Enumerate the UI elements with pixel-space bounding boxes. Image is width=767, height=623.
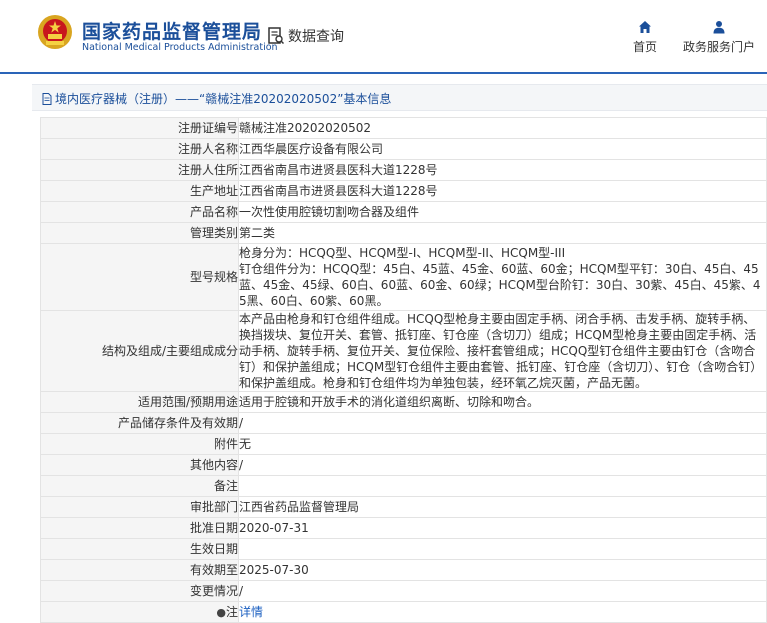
field-label: 注册证编号: [40, 117, 239, 139]
row-storage-validity: 产品储存条件及有效期 /: [40, 412, 767, 434]
row-intended-use: 适用范围/预期用途 适用于腔镜和开放手术的消化道组织离断、切除和吻合。: [40, 391, 767, 413]
field-label: 管理类别: [40, 222, 239, 244]
row-management-class: 管理类别 第二类: [40, 222, 767, 244]
user-icon: [713, 21, 725, 34]
field-label: 批准日期: [40, 517, 239, 539]
nav-home[interactable]: 首页: [622, 20, 668, 55]
field-value: 第二类: [238, 222, 767, 244]
field-value: 无: [238, 433, 767, 455]
data-query-link[interactable]: 数据查询: [268, 26, 344, 46]
field-label: 变更情况: [40, 580, 239, 602]
field-value: 枪身分为：HCQQ型、HCQM型-I、HCQM型-II、HCQM型-III 钉仓…: [238, 243, 767, 311]
row-attachment: 附件 无: [40, 433, 767, 455]
data-query-label: 数据查询: [288, 29, 344, 45]
top-header: 国家药品监督管理局 National Medical Products Admi…: [0, 0, 767, 74]
row-effective-date: 生效日期: [40, 538, 767, 560]
row-structure-composition: 结构及组成/主要组成成分 本产品由枪身和钉仓组件组成。HCQQ型枪身主要由固定手…: [40, 310, 767, 392]
nav-service-portal[interactable]: 政务服务门户: [676, 20, 762, 55]
field-label: 审批部门: [40, 496, 239, 518]
row-valid-until: 有效期至 2025-07-30: [40, 559, 767, 581]
row-model-spec: 型号规格 枪身分为：HCQQ型、HCQM型-I、HCQM型-II、HCQM型-I…: [40, 243, 767, 311]
field-label: 其他内容: [40, 454, 239, 476]
field-value: /: [238, 412, 767, 434]
field-value: 江西省南昌市进贤县医科大道1228号: [238, 180, 767, 202]
pin-icon: ●: [216, 605, 226, 619]
breadcrumb-text: 境内医疗器械（注册）——“赣械注准20202020502”基本信息: [55, 92, 392, 106]
field-label: 注册人住所: [40, 159, 239, 181]
site-subtitle: National Medical Products Administration: [82, 42, 278, 53]
field-value: 江西省南昌市进贤县医科大道1228号: [238, 159, 767, 181]
row-approval-date: 批准日期 2020-07-31: [40, 517, 767, 539]
field-value: [238, 475, 767, 497]
field-label: 结构及组成/主要组成成分: [40, 310, 239, 392]
field-label: 产品储存条件及有效期: [40, 412, 239, 434]
note-value-cell: 详情: [238, 601, 767, 623]
site-title[interactable]: 国家药品监督管理局: [82, 17, 262, 44]
row-remarks: 备注: [40, 475, 767, 497]
field-label: 生效日期: [40, 538, 239, 560]
field-value: 江西省药品监督管理局: [238, 496, 767, 518]
field-label: 型号规格: [40, 243, 239, 311]
details-link[interactable]: 详情: [239, 605, 263, 619]
row-product-name: 产品名称 一次性使用腔镜切割吻合器及组件: [40, 201, 767, 223]
field-value: 2025-07-30: [238, 559, 767, 581]
note-label: 注: [225, 604, 238, 619]
national-emblem-icon: [38, 15, 72, 49]
field-label: 生产地址: [40, 180, 239, 202]
breadcrumb-title: 境内医疗器械（注册）——“赣械注准20202020502”基本信息: [42, 90, 391, 107]
note-label-cell: ●注: [40, 601, 239, 623]
breadcrumb: 境内医疗器械（注册）——“赣械注准20202020502”基本信息: [32, 84, 767, 111]
field-label: 产品名称: [40, 201, 239, 223]
field-value: 本产品由枪身和钉仓组件组成。HCQQ型枪身主要由固定手柄、闭合手柄、击发手柄、旋…: [238, 310, 767, 392]
field-value: [238, 538, 767, 560]
field-value: /: [238, 580, 767, 602]
field-value: /: [238, 454, 767, 476]
detail-table: 注册证编号 赣械注准20202020502 注册人名称 江西华晨医疗设备有限公司…: [40, 117, 767, 623]
row-approval-dept: 审批部门 江西省药品监督管理局: [40, 496, 767, 518]
row-production-address: 生产地址 江西省南昌市进贤县医科大道1228号: [40, 180, 767, 202]
field-label: 备注: [40, 475, 239, 497]
nav-home-label: 首页: [632, 40, 657, 54]
data-query-icon: [268, 27, 284, 45]
nav-portal-label: 政务服务门户: [682, 40, 755, 54]
field-label: 有效期至: [40, 559, 239, 581]
field-label: 注册人名称: [40, 138, 239, 160]
row-registrant-address: 注册人住所 江西省南昌市进贤县医科大道1228号: [40, 159, 767, 181]
field-value: 江西华晨医疗设备有限公司: [238, 138, 767, 160]
row-change-status: 变更情况 /: [40, 580, 767, 602]
home-icon: [639, 21, 651, 33]
row-note: ●注 详情: [40, 601, 767, 623]
document-icon: [42, 92, 52, 105]
row-registration-no: 注册证编号 赣械注准20202020502: [40, 117, 767, 139]
field-value: 2020-07-31: [238, 517, 767, 539]
row-registrant-name: 注册人名称 江西华晨医疗设备有限公司: [40, 138, 767, 160]
row-other-content: 其他内容 /: [40, 454, 767, 476]
field-value: 适用于腔镜和开放手术的消化道组织离断、切除和吻合。: [238, 391, 767, 413]
field-value: 一次性使用腔镜切割吻合器及组件: [238, 201, 767, 223]
field-label: 适用范围/预期用途: [40, 391, 239, 413]
field-value: 赣械注准20202020502: [238, 117, 767, 139]
field-label: 附件: [40, 433, 239, 455]
